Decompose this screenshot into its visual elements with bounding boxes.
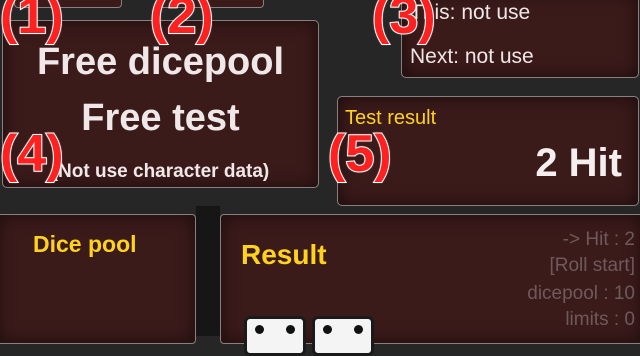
log-line: -> Hit : 2 — [562, 229, 635, 250]
annotation-1: (1) — [0, 0, 65, 45]
die-pip — [323, 325, 332, 334]
die-pip — [255, 325, 264, 334]
annotation-5: (5) — [327, 125, 393, 183]
dice-pool-title: Dice pool — [33, 231, 137, 257]
next-modifier-text: Next: not use — [410, 45, 534, 68]
die-icon — [244, 316, 306, 356]
annotation-3: (3) — [371, 0, 437, 45]
log-line: [Roll start] — [549, 255, 635, 276]
free-dicepool-label: Free dicepool — [36, 41, 285, 83]
panel-divider — [196, 206, 220, 336]
annotation-2: (2) — [149, 0, 215, 45]
dice-pool-panel[interactable]: Dice pool — [0, 214, 196, 344]
modifier-info-panel: This: not use Next: not use — [401, 0, 639, 78]
log-line: dicepool : 10 — [527, 283, 635, 304]
annotation-4: (4) — [0, 125, 65, 183]
result-title: Result — [241, 239, 327, 270]
die-icon — [312, 316, 374, 356]
log-line: limits : 0 — [565, 309, 635, 330]
die-pip — [286, 325, 295, 334]
die-pip — [354, 325, 363, 334]
test-result-value: 2 Hit — [535, 141, 622, 185]
